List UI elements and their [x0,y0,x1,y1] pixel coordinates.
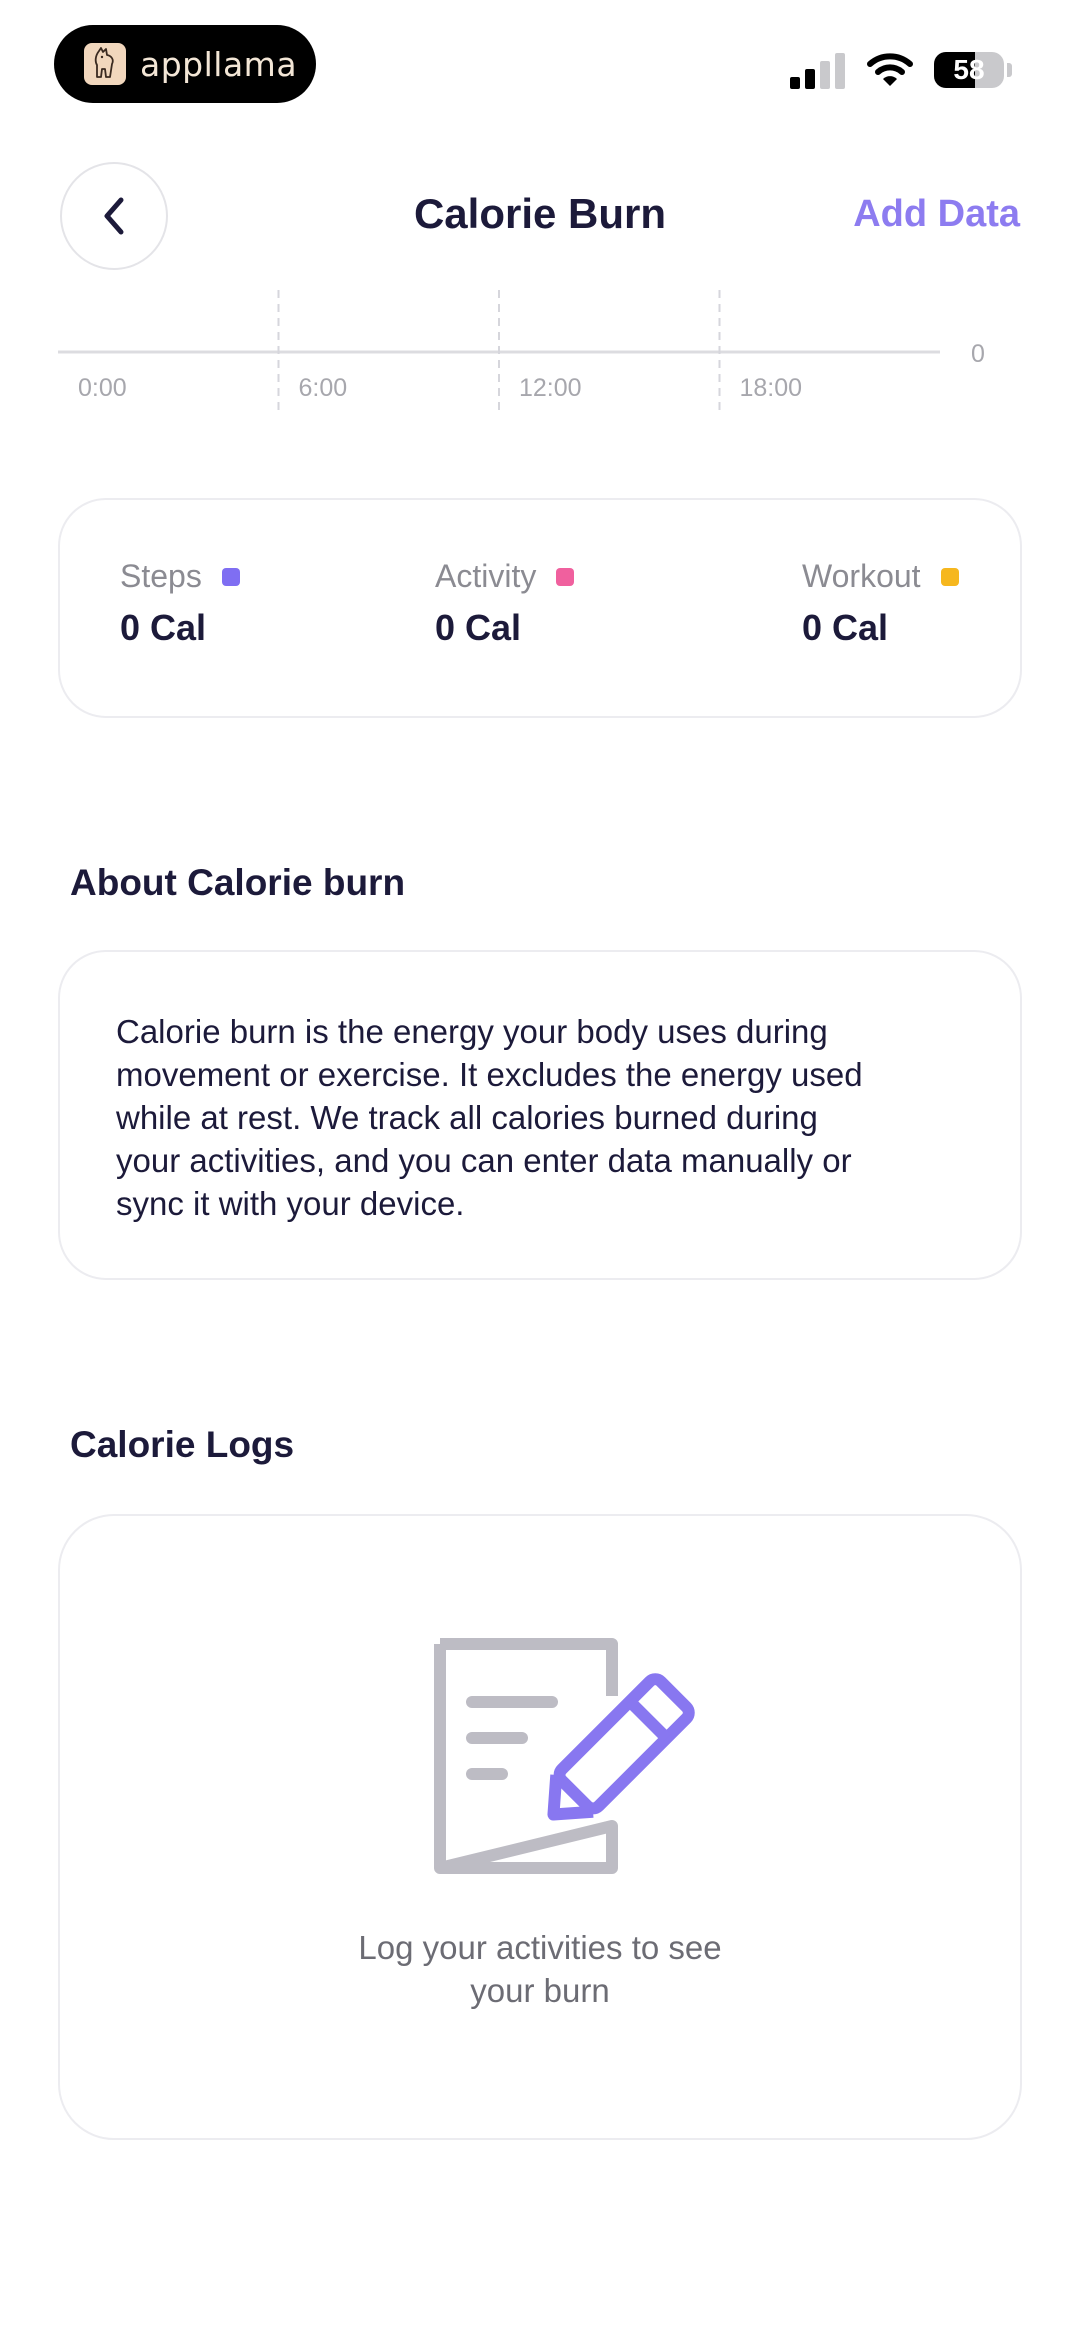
add-data-button[interactable]: Add Data [853,193,1020,236]
battery-level: 58 [953,54,985,85]
app-indicator-pill[interactable]: appllama [54,25,316,103]
document-edit-icon [434,1638,695,1874]
y-tick-label: 0 [971,340,985,368]
calorie-summary-card: Steps 0 Cal Activity 0 Cal Workout 0 Cal [58,498,1022,718]
x-tick-label: 6:00 [299,374,348,402]
metric-activity: Activity 0 Cal [435,558,575,649]
metric-steps: Steps 0 Cal [120,558,240,649]
empty-state-line: Log your activities to see [358,1929,722,1966]
metric-activity-label: Activity [435,558,537,594]
x-tick-label: 12:00 [519,374,582,402]
calorie-burn-chart: 0:00 6:00 12:00 18:00 0 [58,290,985,410]
empty-state-message: Log your activities to see your burn [60,1926,1020,2012]
app-name: appllama [140,44,298,84]
steps-legend-dot [221,567,240,586]
metric-steps-value: 0 Cal [120,607,207,648]
cellular-signal-icon [790,53,845,89]
metric-workout-label: Workout [802,558,921,594]
calorie-burn-screen: appllama 58 Calorie Burn Add Data 0:00 6:… [0,0,1080,2337]
battery-icon: 58 [934,52,1004,88]
about-line: movement or exercise. It excludes the en… [116,1056,863,1093]
logs-section-title: Calorie Logs [70,1424,295,1465]
metric-steps-label: Steps [120,558,202,594]
workout-legend-dot [940,567,959,586]
about-section-title: About Calorie burn [70,862,406,903]
about-text: Calorie burn is the energy your body use… [116,1010,976,1225]
about-line: sync it with your device. [116,1185,465,1222]
about-line: while at rest. We track all calories bur… [116,1099,818,1136]
llama-logo-icon [84,43,126,85]
metric-workout-value: 0 Cal [802,607,889,648]
metric-activity-value: 0 Cal [435,607,522,648]
x-tick-label: 18:00 [740,374,803,402]
about-card: Calorie burn is the energy your body use… [58,950,1022,1280]
activity-legend-dot [556,567,575,586]
calorie-logs-card: Log your activities to see your burn [58,1514,1022,2140]
battery-nub [1007,63,1012,77]
wifi-icon [867,53,913,86]
about-line: Calorie burn is the energy your body use… [116,1013,828,1050]
x-tick-label: 0:00 [78,374,127,402]
metric-workout: Workout 0 Cal [802,558,959,649]
empty-state-line: your burn [470,1972,610,2009]
about-line: your activities, and you can enter data … [116,1142,852,1179]
